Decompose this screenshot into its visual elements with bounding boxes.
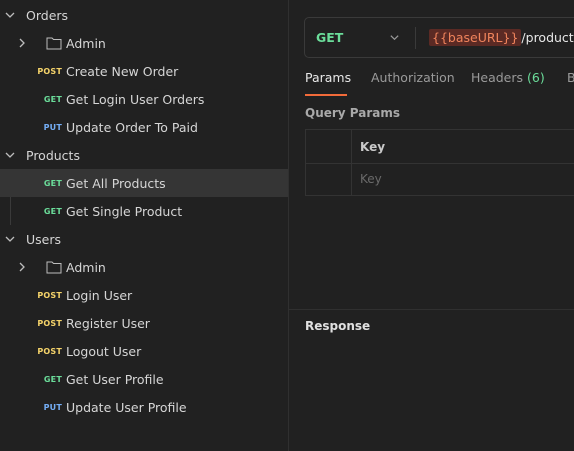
subfolder-label: Admin (66, 35, 106, 51)
chevron-down-icon[interactable] (389, 32, 400, 43)
tab-headers-label: Headers (471, 70, 524, 85)
request-update-user-profile[interactable]: PUT Update User Profile (0, 393, 288, 421)
url-bar: GET {{baseURL}} /products (304, 17, 574, 58)
table-row-divider (306, 163, 574, 164)
tab-authorization[interactable]: Authorization (371, 70, 455, 85)
request-tabs: Params Authorization Headers (6) B (305, 70, 574, 98)
request-label: Create New Order (66, 63, 179, 79)
headers-count: (6) (527, 70, 545, 85)
request-label: Get Login User Orders (66, 91, 205, 107)
key-column-header: Key (360, 140, 386, 154)
subfolder-label: Admin (66, 259, 106, 275)
request-label: Logout User (66, 343, 142, 359)
folder-products[interactable]: Products (0, 141, 288, 169)
request-label: Update User Profile (66, 399, 187, 415)
folder-orders[interactable]: Orders (0, 1, 288, 29)
query-params-table: Key Key (305, 129, 574, 196)
folder-label: Users (26, 231, 62, 247)
method-badge: GET (43, 374, 62, 384)
request-editor: GET {{baseURL}} /products Params Authori… (289, 0, 574, 451)
response-title: Response (305, 319, 371, 333)
method-badge: GET (43, 178, 62, 188)
chevron-right-icon[interactable] (14, 259, 30, 275)
method-badge: GET (43, 206, 62, 216)
method-value: GET (316, 30, 344, 45)
folder-users[interactable]: Users (0, 225, 288, 253)
url-input[interactable]: {{baseURL}} /products (429, 27, 574, 48)
method-badge: PUT (43, 122, 62, 132)
request-label: Register User (66, 315, 150, 331)
subfolder-orders-admin[interactable]: Admin (0, 29, 288, 57)
request-login-user[interactable]: POST Login User (0, 281, 288, 309)
folder-icon (46, 36, 62, 50)
method-badge: GET (43, 94, 62, 104)
request-register-user[interactable]: POST Register User (0, 309, 288, 337)
active-tab-indicator (305, 94, 347, 96)
key-input[interactable]: Key (360, 172, 382, 186)
request-get-all-products[interactable]: GET Get All Products (0, 169, 288, 197)
request-update-order-to-paid[interactable]: PUT Update Order To Paid (0, 113, 288, 141)
request-logout-user[interactable]: POST Logout User (0, 337, 288, 365)
chevron-down-icon[interactable] (2, 147, 18, 163)
query-params-title: Query Params (305, 106, 401, 120)
response-divider[interactable] (289, 309, 574, 310)
request-label: Get User Profile (66, 371, 164, 387)
chevron-right-icon[interactable] (14, 35, 30, 51)
folder-icon (46, 260, 62, 274)
method-badge: POST (37, 318, 62, 328)
tab-params[interactable]: Params (305, 70, 351, 85)
url-variable: {{baseURL}} (429, 29, 522, 46)
method-badge: POST (37, 66, 62, 76)
folder-label: Products (26, 147, 80, 163)
request-label: Get All Products (66, 175, 166, 191)
chevron-down-icon[interactable] (2, 231, 18, 247)
request-create-new-order[interactable]: POST Create New Order (0, 57, 288, 85)
request-get-login-user-orders[interactable]: GET Get Login User Orders (0, 85, 288, 113)
request-get-user-profile[interactable]: GET Get User Profile (0, 365, 288, 393)
method-badge: POST (37, 346, 62, 356)
method-badge: PUT (43, 402, 62, 412)
subfolder-users-admin[interactable]: Admin (0, 253, 288, 281)
method-select[interactable]: GET (305, 18, 416, 57)
chevron-down-icon[interactable] (2, 7, 18, 23)
tab-headers[interactable]: Headers (6) (471, 70, 545, 85)
request-label: Get Single Product (66, 203, 183, 219)
folder-label: Orders (26, 7, 69, 23)
method-badge: POST (37, 290, 62, 300)
url-path: /products (521, 30, 574, 45)
collections-sidebar: Orders Admin POST Create New Order GET G… (0, 0, 289, 451)
divider (415, 27, 416, 49)
request-label: Update Order To Paid (66, 119, 198, 135)
request-get-single-product[interactable]: GET Get Single Product (0, 197, 288, 225)
request-label: Login User (66, 287, 133, 303)
tab-body[interactable]: B (567, 70, 574, 85)
